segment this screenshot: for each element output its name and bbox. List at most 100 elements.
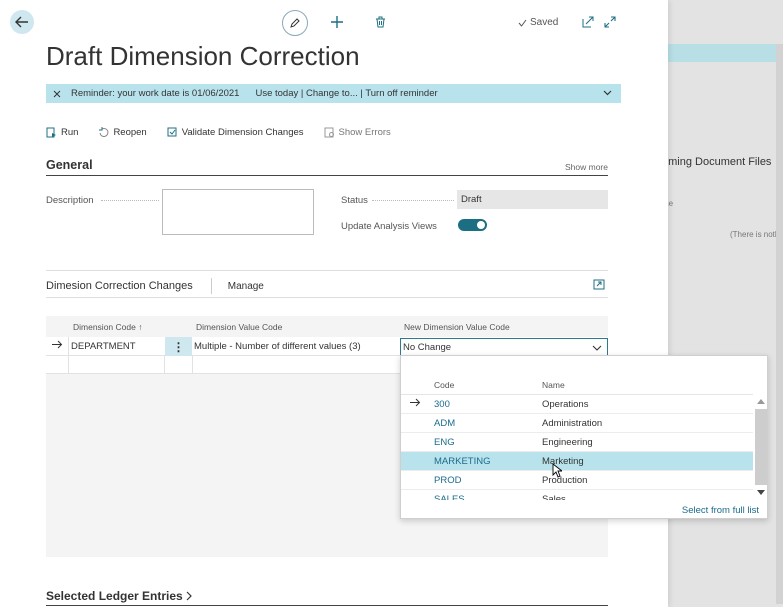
lookup-name-cell: Administration [542,418,603,429]
run-action[interactable]: Run [46,127,78,138]
section-divider [46,270,608,271]
lookup-code-cell[interactable]: ADM [434,418,455,429]
cell-separator [164,356,165,373]
lookup-code-cell[interactable]: PROD [434,475,461,486]
status-label: Status [341,195,368,206]
new-dimension-value-code-value: No Change [403,342,452,353]
chevron-down-icon [603,90,612,96]
ledger-section-title: Selected Ledger Entries [46,588,183,603]
dimension-value-code-cell[interactable]: Multiple - Number of different values (3… [194,341,361,352]
general-section-header[interactable]: General Show more [46,158,608,176]
general-section-title: General [46,158,93,172]
expand-icon [604,16,616,28]
background-scrollbar[interactable] [776,44,783,604]
column-header-dimension-code[interactable]: Dimension Code ↑ [73,322,142,332]
status-leader-dots [372,200,454,201]
lookup-column-header-code[interactable]: Code [434,380,454,390]
changes-section-title[interactable]: Dimesion Correction Changes [46,280,193,292]
expand-part-icon [593,279,605,290]
close-icon [53,90,61,97]
toggle-knob [477,221,485,229]
reminder-expand-button[interactable] [603,88,612,99]
table-row[interactable] [46,356,401,374]
lookup-code-cell[interactable]: 300 [434,399,450,410]
pencil-icon [290,18,300,28]
dimension-code-cell[interactable]: DEPARTMENT [71,341,136,352]
delete-button[interactable] [370,12,390,32]
show-errors-label: Show Errors [338,126,391,138]
checkmark-icon [518,19,527,27]
reminder-actions[interactable]: Use today | Change to... | Turn off remi… [255,88,437,99]
background-empty-text: (There is nothi [730,230,782,239]
current-row-indicator [52,340,63,352]
show-more-link[interactable]: Show more [565,162,608,172]
reopen-label: Reopen [113,126,147,138]
run-label: Run [61,126,79,138]
select-from-full-list-link[interactable]: Select from full list [682,505,759,516]
expand-page-button[interactable] [600,12,620,32]
chevron-right-icon [186,591,192,600]
arrow-right-icon [52,340,63,349]
reopen-action[interactable]: Reopen [98,126,147,138]
show-errors-action[interactable]: Show Errors [324,127,391,138]
lookup-name-cell: Production [542,475,588,486]
mouse-cursor-icon [552,463,562,478]
new-button[interactable] [327,12,347,32]
lookup-column-header-name[interactable]: Name [542,380,565,390]
scrollbar-thumb[interactable] [755,409,767,485]
open-in-new-icon [582,16,594,28]
cell-separator [68,356,69,373]
new-dimension-value-code-combobox[interactable]: No Change [400,338,608,356]
lookup-row[interactable]: ADM Administration [401,414,753,433]
edit-button[interactable] [282,10,308,36]
manage-menu[interactable]: Manage [228,281,264,292]
column-header-new-dimension-value-code[interactable]: New Dimension Value Code [404,322,510,332]
column-header-dimension-value-code[interactable]: Dimension Value Code [196,322,282,332]
selected-ledger-entries-header[interactable]: Selected Ledger Entries [46,586,608,606]
run-icon [46,127,56,137]
combobox-chevron[interactable] [592,343,602,354]
lookup-name-cell: Engineering [542,437,593,448]
status-value: Draft [457,190,608,209]
update-analysis-views-toggle[interactable] [458,219,487,231]
update-analysis-views-label: Update Analysis Views [341,221,437,232]
subpage-divider [46,297,608,298]
lookup-footer: Select from full list [401,500,767,518]
arrow-right-icon [410,398,421,410]
validate-icon [167,127,177,136]
lookup-code-cell[interactable]: ENG [434,437,455,448]
saved-status: Saved [518,17,558,28]
page-title: Draft Dimension Correction [46,41,360,71]
open-new-window-button[interactable] [578,12,598,32]
reopen-icon [99,126,109,137]
lookup-name-cell: Marketing [542,456,584,467]
header-separator [210,278,212,294]
description-leader-dots [101,200,159,201]
lookup-row[interactable]: MARKETING Marketing [401,452,753,471]
scroll-down-arrow[interactable] [757,490,765,495]
row-actions-button[interactable]: ⋮ [165,337,192,356]
more-vertical-icon: ⋮ [172,339,185,354]
work-date-reminder-bar: Reminder: your work date is 01/06/2021 U… [46,84,621,103]
dimension-value-lookup-dropdown: Code Name 300 Operations ADM Administration… [400,355,768,519]
saved-label: Saved [530,17,559,28]
background-band [668,44,783,62]
validate-dimension-changes-action[interactable]: Validate Dimension Changes [167,127,304,138]
validate-label: Validate Dimension Changes [181,126,304,138]
description-field[interactable] [162,189,314,235]
background-page-subtitle: me [668,199,674,208]
lookup-row[interactable]: ENG Engineering [401,433,753,452]
lookup-row[interactable]: PROD Production [401,471,753,490]
lookup-code-cell[interactable]: MARKETING [434,456,490,467]
dimension-correction-changes-header: Dimesion Correction Changes Manage [46,276,608,296]
description-label: Description [46,195,94,206]
background-page-title: oming Document Files [668,156,772,168]
open-in-full-button[interactable] [593,279,605,293]
scroll-up-arrow[interactable] [757,399,765,404]
chevron-down-icon [592,345,602,351]
back-button[interactable] [10,10,34,34]
dismiss-reminder-button[interactable] [46,90,68,98]
cell-separator [68,337,69,355]
cell-separator [192,356,193,373]
lookup-row[interactable]: 300 Operations [401,395,753,414]
